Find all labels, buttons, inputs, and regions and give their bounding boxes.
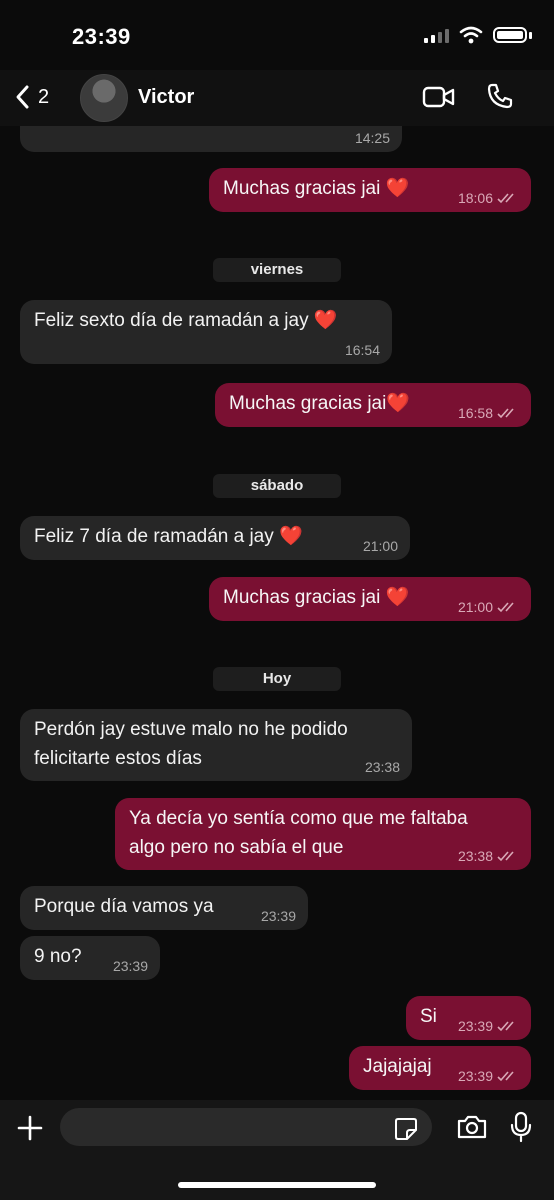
contact-name[interactable]: Victor [138, 86, 194, 109]
message-incoming[interactable]: 14:25 [20, 126, 402, 152]
message-outgoing[interactable]: Si 23:39 [406, 996, 531, 1040]
message-meta: 23:39 [458, 1068, 519, 1084]
message-time: 21:00 [362, 538, 398, 554]
battery-icon [493, 27, 527, 43]
message-text: Feliz sexto día de ramadán a jay [34, 310, 309, 331]
heart-emoji: ❤️ [313, 310, 338, 331]
read-ticks-icon [497, 851, 514, 862]
message-composer [0, 1100, 554, 1200]
read-ticks-icon [497, 408, 514, 419]
heart-emoji: ❤️ [385, 178, 410, 199]
phone-icon[interactable] [486, 82, 514, 110]
heart-emoji: ❤️ [385, 587, 410, 608]
message-text: Muchas gracias jai [229, 393, 387, 414]
message-meta: 21:00 [458, 599, 519, 615]
message-input[interactable] [60, 1108, 432, 1146]
message-outgoing[interactable]: Muchas gracias jai ❤️ 21:00 [209, 577, 531, 621]
message-incoming[interactable]: Feliz sexto día de ramadán a jay ❤️ 16:5… [20, 300, 392, 364]
message-outgoing[interactable]: Muchas gracias jai ❤️ 18:06 [209, 168, 531, 212]
home-indicator [178, 1182, 376, 1188]
video-call-icon[interactable] [422, 86, 456, 108]
microphone-icon[interactable] [510, 1111, 532, 1143]
message-time: 23:39 [112, 958, 148, 974]
message-text-line: Perdón jay estuve malo no he podido [34, 719, 348, 740]
sticker-icon[interactable] [394, 1117, 418, 1141]
message-meta: 16:58 [458, 405, 519, 421]
message-time: 14:25 [354, 130, 390, 146]
message-text: Feliz 7 día de ramadán a jay [34, 526, 274, 547]
message-outgoing[interactable]: Muchas gracias jai❤️ 16:58 [215, 383, 531, 427]
back-chevron-icon [16, 85, 29, 109]
message-incoming[interactable]: Porque día vamos ya 23:39 [20, 886, 308, 930]
day-separator: viernes [213, 258, 341, 282]
message-incoming[interactable]: 9 no? 23:39 [20, 936, 160, 980]
status-icons [424, 26, 532, 44]
message-text: Muchas gracias jai [223, 587, 381, 608]
message-outgoing[interactable]: Ya decía yo sentía como que me faltaba a… [115, 798, 531, 870]
heart-emoji: ❤️ [386, 393, 411, 414]
heart-emoji: ❤️ [279, 526, 303, 547]
battery-cap [529, 31, 532, 39]
message-time: 23:38 [364, 759, 400, 775]
day-separator: Hoy [213, 667, 341, 691]
message-text-line: Ya decía yo sentía como que me faltaba [129, 808, 468, 829]
message-text: Muchas gracias jai [223, 178, 381, 199]
camera-icon[interactable] [456, 1114, 488, 1140]
day-separator: sábado [213, 474, 341, 498]
message-time: 16:54 [344, 342, 380, 358]
status-time: 23:39 [72, 24, 131, 49]
message-meta: 23:39 [458, 1018, 519, 1034]
chat-header: 2 Victor [0, 70, 554, 126]
message-text: Jajajajaj [363, 1056, 432, 1077]
message-list[interactable]: 14:25 Muchas gracias jai ❤️ 18:06 vierne… [0, 126, 554, 1100]
message-time: 23:39 [260, 908, 296, 924]
signal-icon [424, 27, 449, 43]
plus-icon[interactable] [16, 1114, 44, 1142]
status-bar: 23:39 [0, 0, 554, 70]
read-ticks-icon [497, 1071, 514, 1082]
read-ticks-icon [497, 602, 514, 613]
message-text: 9 no? [34, 946, 82, 967]
message-outgoing[interactable]: Jajajajaj 23:39 [349, 1046, 531, 1090]
message-meta: 23:38 [458, 848, 519, 864]
message-incoming[interactable]: Feliz 7 día de ramadán a jay ❤️ 21:00 [20, 516, 410, 560]
read-ticks-icon [497, 193, 514, 204]
message-meta: 18:06 [458, 190, 519, 206]
back-button[interactable]: 2 [14, 84, 49, 110]
wifi-icon [459, 26, 483, 44]
message-text-line: felicitarte estos días [34, 748, 202, 769]
message-text: Si [420, 1006, 437, 1027]
message-incoming[interactable]: Perdón jay estuve malo no he podido feli… [20, 709, 412, 781]
avatar[interactable] [80, 74, 128, 122]
read-ticks-icon [497, 1021, 514, 1032]
message-text: Porque día vamos ya [34, 896, 214, 917]
unread-count: 2 [38, 85, 50, 108]
